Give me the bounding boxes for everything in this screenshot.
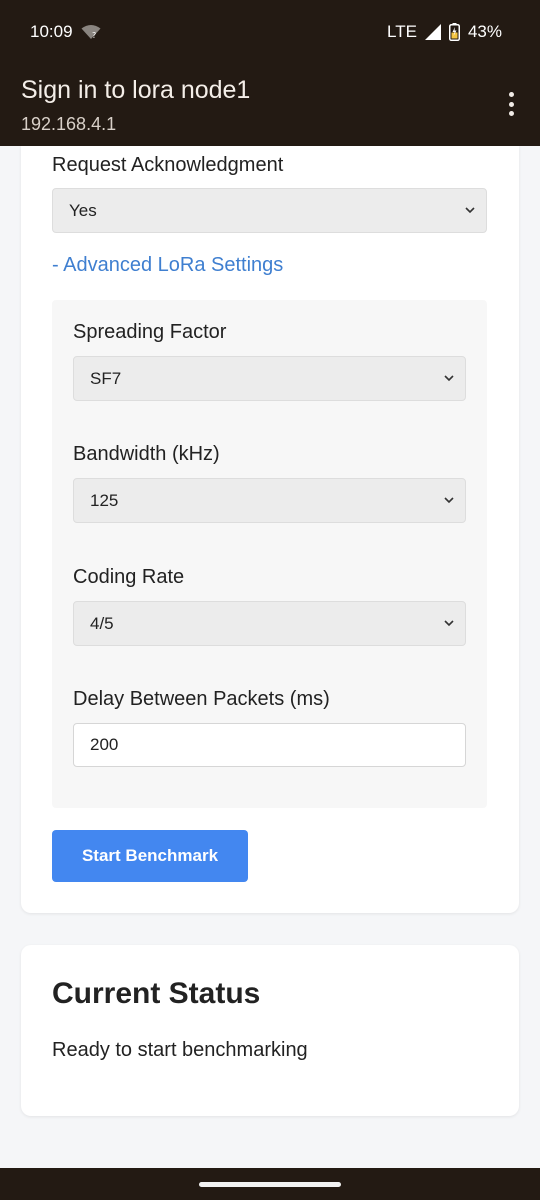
- delay-label: Delay Between Packets (ms): [73, 688, 330, 710]
- chevron-down-icon: [465, 207, 475, 214]
- svg-text:?: ?: [92, 31, 96, 40]
- status-card: Current Status Ready to start benchmarki…: [21, 945, 519, 1116]
- status-title: Current Status: [52, 977, 261, 1010]
- more-options-icon[interactable]: [500, 89, 522, 119]
- chevron-down-icon: [444, 620, 454, 627]
- chevron-down-icon: [444, 375, 454, 382]
- ack-select[interactable]: Yes: [52, 188, 487, 233]
- chevron-down-icon: [444, 497, 454, 504]
- settings-card: Request Acknowledgment Yes - Advanced Lo…: [21, 146, 519, 913]
- page-url: 192.168.4.1: [21, 114, 117, 134]
- delay-input[interactable]: 200: [73, 723, 466, 767]
- battery-level: 43%: [467, 22, 502, 41]
- status-text: Ready to start benchmarking: [52, 1039, 308, 1061]
- bandwidth-label: Bandwidth (kHz): [73, 443, 220, 465]
- status-left: 10:09 ?: [30, 22, 101, 42]
- advanced-settings-toggle[interactable]: - Advanced LoRa Settings: [52, 254, 283, 277]
- battery-icon: [448, 23, 460, 41]
- spreading-factor-label: Spreading Factor: [73, 321, 227, 343]
- home-gesture-handle[interactable]: [199, 1182, 341, 1187]
- page-title: Sign in to lora node1: [21, 76, 251, 104]
- spreading-factor-value: SF7: [90, 368, 122, 388]
- status-bar: 10:09 ? LTE 43%: [0, 0, 540, 64]
- signal-icon: [424, 24, 441, 40]
- ack-value: Yes: [69, 200, 97, 220]
- coding-rate-value: 4/5: [90, 613, 114, 633]
- status-right: LTE 43%: [387, 22, 502, 42]
- coding-rate-select[interactable]: 4/5: [73, 601, 466, 646]
- navigation-bar: [0, 1168, 540, 1200]
- ack-label: Request Acknowledgment: [52, 154, 284, 176]
- wifi-icon: ?: [81, 25, 101, 40]
- start-benchmark-button[interactable]: Start Benchmark: [52, 830, 248, 882]
- bandwidth-value: 125: [90, 490, 119, 510]
- spreading-factor-select[interactable]: SF7: [73, 356, 466, 401]
- clock: 10:09: [30, 22, 73, 41]
- coding-rate-label: Coding Rate: [73, 566, 185, 588]
- bandwidth-select[interactable]: 125: [73, 478, 466, 523]
- network-type: LTE: [387, 22, 417, 41]
- delay-value: 200: [90, 735, 119, 754]
- advanced-settings-panel: Spreading Factor SF7 Bandwidth (kHz) 125…: [52, 300, 487, 808]
- app-header: Sign in to lora node1 192.168.4.1: [0, 64, 540, 146]
